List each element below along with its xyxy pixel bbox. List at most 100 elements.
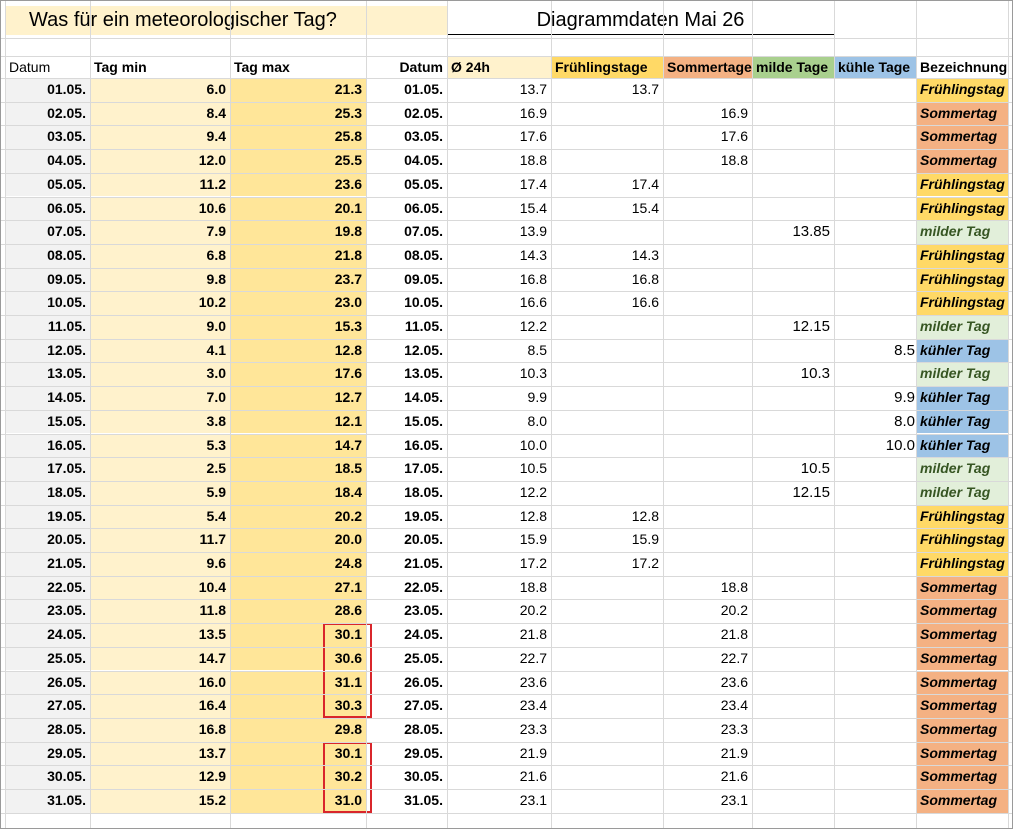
cell-bezeichnung[interactable]: kühler Tag [916,433,1008,458]
cell-sommertage[interactable]: 16.9 [663,102,752,126]
cell-datum[interactable]: 26.05. [5,670,90,695]
cell-avg-24h[interactable]: 22.7 [447,647,551,671]
cell-milde-tage[interactable] [752,647,834,671]
cell-sommertage[interactable] [663,362,752,386]
cell-datum-2[interactable]: 15.05. [366,410,447,434]
cell-datum[interactable]: 07.05. [5,220,90,244]
cell-avg-24h[interactable]: 23.1 [447,789,551,813]
cell-bezeichnung[interactable]: milder Tag [916,362,1008,387]
cell-kuehle-tage[interactable] [834,552,916,576]
cell-kuehle-tage[interactable] [834,765,916,789]
cell-avg-24h[interactable]: 17.4 [447,173,551,197]
cell-tag-min[interactable]: 6.8 [90,243,230,268]
cell-kuehle-tage[interactable]: 9.9 [834,386,916,410]
cell-avg-24h[interactable]: 21.6 [447,765,551,789]
cell-kuehle-tage[interactable] [834,173,916,197]
cell-kuehle-tage[interactable] [834,291,916,315]
cell-bezeichnung[interactable]: Frühlingstag [916,291,1008,315]
cell-sommertage[interactable]: 21.8 [663,623,752,647]
cell-tag-min[interactable]: 2.5 [90,457,230,481]
cell-kuehle-tage[interactable] [834,78,916,102]
cell-sommertage[interactable]: 21.9 [663,742,752,766]
cell-datum-2[interactable]: 05.05. [366,173,447,197]
cell-datum-2[interactable]: 03.05. [366,125,447,149]
cell-kuehle-tage[interactable] [834,694,916,718]
header-tag-min[interactable]: Tag min [90,56,230,78]
cell-datum[interactable]: 08.05. [5,243,90,268]
cell-milde-tage[interactable] [752,197,834,221]
cell-datum-2[interactable]: 19.05. [366,505,447,529]
cell-bezeichnung[interactable]: Sommertag [916,789,1008,813]
header-kuehle-tage[interactable]: kühle Tage [834,56,916,78]
cell-sommertage[interactable]: 17.6 [663,125,752,149]
cell-tag-max[interactable]: 25.8 [230,125,366,150]
header-sommertage[interactable]: Sommertage [663,56,752,78]
cell-fruehlingstage[interactable]: 17.2 [551,552,663,576]
cell-fruehlingstage[interactable]: 16.8 [551,268,663,292]
cell-milde-tage[interactable]: 12.15 [752,315,834,339]
cell-datum[interactable]: 22.05. [5,575,90,600]
cell-bezeichnung[interactable]: Sommertag [916,741,1008,766]
cell-sommertage[interactable] [663,244,752,268]
cell-fruehlingstage[interactable] [551,576,663,600]
cell-bezeichnung[interactable]: Frühlingstag [916,267,1008,292]
cell-tag-max[interactable]: 27.1 [230,575,366,600]
cell-avg-24h[interactable]: 12.2 [447,315,551,339]
cell-fruehlingstage[interactable] [551,339,663,363]
cell-sommertage[interactable]: 22.7 [663,647,752,671]
cell-milde-tage[interactable] [752,694,834,718]
cell-tag-min[interactable]: 10.6 [90,196,230,221]
cell-tag-max[interactable]: 18.5 [230,457,366,481]
cell-datum[interactable]: 28.05. [5,717,90,742]
cell-datum-2[interactable]: 27.05. [366,694,447,718]
cell-tag-min[interactable]: 5.3 [90,433,230,458]
cell-tag-max[interactable]: 15.3 [230,315,366,339]
cell-milde-tage[interactable]: 12.15 [752,481,834,505]
cell-datum[interactable]: 02.05. [5,101,90,126]
cell-tag-min[interactable]: 3.0 [90,362,230,387]
cell-milde-tage[interactable] [752,789,834,813]
cell-datum[interactable]: 01.05. [5,78,90,102]
cell-bezeichnung[interactable]: Sommertag [916,101,1008,126]
cell-datum[interactable]: 16.05. [5,433,90,458]
cell-tag-max[interactable]: 24.8 [230,552,366,576]
cell-tag-max[interactable]: 29.8 [230,717,366,742]
cell-datum[interactable]: 12.05. [5,338,90,363]
cell-avg-24h[interactable]: 14.3 [447,244,551,268]
cell-kuehle-tage[interactable] [834,505,916,529]
cell-datum-2[interactable]: 07.05. [366,220,447,244]
cell-datum-2[interactable]: 22.05. [366,576,447,600]
cell-avg-24h[interactable]: 21.9 [447,742,551,766]
cell-sommertage[interactable] [663,505,752,529]
cell-datum-2[interactable]: 01.05. [366,78,447,102]
cell-kuehle-tage[interactable] [834,102,916,126]
cell-datum[interactable]: 10.05. [5,291,90,315]
cell-milde-tage[interactable]: 13.85 [752,220,834,244]
cell-datum-2[interactable]: 04.05. [366,149,447,173]
cell-tag-max[interactable]: 23.0 [230,291,366,315]
cell-bezeichnung[interactable]: Frühlingstag [916,78,1008,102]
cell-fruehlingstage[interactable] [551,457,663,481]
cell-fruehlingstage[interactable] [551,481,663,505]
cell-sommertage[interactable] [663,220,752,244]
cell-kuehle-tage[interactable] [834,315,916,339]
cell-fruehlingstage[interactable] [551,220,663,244]
cell-tag-min[interactable]: 12.0 [90,149,230,173]
cell-bezeichnung[interactable]: milder Tag [916,457,1008,481]
cell-fruehlingstage[interactable] [551,647,663,671]
cell-sommertage[interactable]: 23.4 [663,694,752,718]
cell-datum[interactable]: 23.05. [5,599,90,624]
cell-bezeichnung[interactable]: kühler Tag [916,338,1008,363]
cell-sommertage[interactable] [663,457,752,481]
cell-kuehle-tage[interactable] [834,481,916,505]
cell-sommertage[interactable]: 23.3 [663,718,752,742]
cell-bezeichnung[interactable]: milder Tag [916,480,1008,505]
cell-sommertage[interactable] [663,291,752,315]
cell-tag-min[interactable]: 7.9 [90,220,230,244]
cell-milde-tage[interactable] [752,268,834,292]
cell-avg-24h[interactable]: 10.3 [447,362,551,386]
cell-sommertage[interactable] [663,410,752,434]
cell-tag-min[interactable]: 10.2 [90,291,230,315]
cell-fruehlingstage[interactable]: 12.8 [551,505,663,529]
cell-datum-2[interactable]: 06.05. [366,197,447,221]
